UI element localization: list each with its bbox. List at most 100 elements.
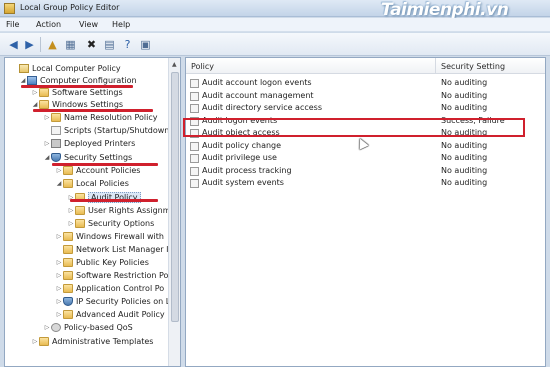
tree-item[interactable]: ▷ Security Options (67, 217, 154, 229)
menu-bar: File Action View Help (0, 18, 550, 32)
help-icon[interactable]: ? (120, 37, 135, 52)
security-setting-value: No auditing (441, 153, 488, 162)
expand-arrow-icon[interactable]: ▷ (55, 233, 63, 240)
printer-icon (51, 138, 61, 148)
tree-item[interactable]: ▷ Public Key Policies (55, 256, 149, 268)
tree-scrollbar[interactable]: ▲ (168, 58, 180, 366)
up-folder-icon[interactable]: ▲ (45, 37, 60, 52)
folder-icon (39, 99, 49, 109)
tree-item-label: Deployed Printers (64, 138, 136, 148)
column-header-security-setting[interactable]: Security Setting (441, 62, 505, 71)
annotation-underline-computer-config (21, 85, 133, 88)
tree-item[interactable]: ▷ Application Control Po (55, 282, 164, 294)
expand-arrow-icon[interactable]: ▷ (55, 298, 63, 305)
delete-icon[interactable]: ✖ (84, 37, 99, 52)
folder-icon (75, 205, 85, 215)
tree-item-label: User Rights Assignm (88, 205, 171, 215)
shield-icon (63, 296, 73, 306)
title-bar[interactable]: Local Group Policy Editor Taimienphi.vn (0, 0, 550, 20)
annotation-highlight-audit-logon-events (183, 118, 525, 137)
toolbar-separator (40, 37, 41, 52)
scroll-up-icon[interactable]: ▲ (172, 61, 177, 68)
tree-item[interactable]: ▷ Policy-based QoS (43, 321, 133, 333)
expand-arrow-icon[interactable]: ▷ (55, 311, 63, 318)
tree-item[interactable]: ▷ Administrative Templates (31, 335, 153, 347)
list-header: Policy Security Setting (186, 58, 545, 74)
expand-arrow-icon[interactable]: ▷ (43, 140, 51, 147)
table-row[interactable]: Audit system events No auditing (186, 177, 545, 189)
policy-setting-icon (190, 141, 199, 151)
folder-icon (63, 165, 73, 175)
scroll-thumb[interactable] (171, 72, 179, 322)
column-header-policy[interactable]: Policy (191, 62, 214, 71)
forward-icon[interactable]: ▶ (22, 37, 37, 52)
folder-icon (63, 309, 73, 319)
security-setting-value: No auditing (441, 103, 488, 112)
menu-help[interactable]: Help (112, 20, 130, 29)
shield-icon (51, 152, 61, 162)
tree-item-label: Name Resolution Policy (64, 112, 158, 122)
table-row[interactable]: Audit account management No auditing (186, 90, 545, 102)
back-icon[interactable]: ◀ (6, 37, 21, 52)
tree-item-label: IP Security Policies on L (76, 296, 171, 306)
show-hide-tree-icon[interactable]: ▦ (63, 37, 78, 52)
policy-name: Audit account logon events (202, 78, 312, 87)
doc-icon (51, 125, 61, 135)
expand-arrow-icon[interactable]: ▷ (43, 114, 51, 121)
menu-view[interactable]: View (79, 20, 98, 29)
expand-arrow-icon[interactable]: ▷ (67, 207, 75, 214)
tree-item[interactable]: ▷ Deployed Printers (43, 137, 135, 149)
security-setting-value: No auditing (441, 165, 488, 175)
tree-item[interactable]: ▷ IP Security Policies on L (55, 295, 170, 307)
folder-icon (75, 218, 85, 228)
tree-item[interactable]: ▷ Name Resolution Policy (43, 111, 158, 123)
column-separator[interactable] (435, 58, 436, 74)
gpedit-window: Local Group Policy Editor Taimienphi.vn … (0, 0, 550, 367)
table-row[interactable]: Audit directory service access No auditin… (186, 102, 545, 114)
tree-item-label: Application Control Po (76, 283, 165, 293)
expand-arrow-icon[interactable]: ▷ (55, 285, 63, 292)
expand-arrow-icon[interactable]: ▷ (31, 338, 39, 345)
menu-file[interactable]: File (6, 20, 19, 29)
tree-item[interactable]: Local Computer Policy (11, 62, 121, 74)
console-tree[interactable]: Local Computer Policy ◢ Computer Configura… (4, 57, 181, 367)
tree-item[interactable]: Scripts (Startup/Shutdown (43, 124, 169, 136)
table-row[interactable]: Audit process tracking No auditing (186, 165, 545, 177)
tree-item-label: Account Policies (76, 165, 141, 175)
expand-arrow-icon[interactable]: ▷ (43, 324, 51, 331)
security-setting-value: No auditing (441, 140, 488, 150)
expand-arrow-icon[interactable]: ◢ (19, 77, 27, 84)
table-row[interactable]: Audit privilege use No auditing (186, 152, 545, 164)
expand-arrow-icon[interactable]: ▷ (55, 272, 63, 279)
details-pane: Policy Security Setting Audit account lo… (185, 57, 546, 367)
expand-arrow-icon[interactable]: ▷ (55, 259, 63, 266)
policy-setting-icon (190, 179, 199, 188)
tree-item[interactable]: ▷ Windows Firewall with (55, 230, 164, 242)
expand-arrow-icon[interactable]: ◢ (55, 180, 63, 187)
menu-action[interactable]: Action (36, 20, 61, 29)
tree-item-label: Local Policies (76, 178, 129, 188)
tree-item[interactable]: ▷ User Rights Assignm (67, 204, 171, 216)
policy-setting-icon (190, 79, 199, 88)
expand-arrow-icon[interactable]: ◢ (43, 154, 51, 161)
tree-item[interactable]: ▷ Software Restriction Po (55, 269, 168, 281)
tree-item-label: Windows Settings (52, 99, 124, 109)
table-row[interactable]: Audit account logon events No auditing (186, 77, 545, 89)
tree-item[interactable]: ◢ Local Policies (55, 177, 129, 189)
tree-item[interactable]: ◢ Security Settings (43, 151, 132, 163)
tree-item[interactable]: Network List Manager I (55, 243, 168, 255)
tree-item-label: Advanced Audit Policy (76, 309, 165, 319)
expand-arrow-icon[interactable]: ▷ (55, 167, 63, 174)
security-setting-value: No auditing (441, 178, 488, 187)
properties-icon[interactable]: ▤ (102, 37, 117, 52)
expand-arrow-icon[interactable]: ▷ (31, 89, 39, 96)
filter-icon[interactable]: ▣ (138, 37, 153, 52)
tree-item-label: Public Key Policies (76, 257, 149, 267)
expand-arrow-icon[interactable]: ▷ (67, 220, 75, 227)
tree-item-label: Security Options (88, 218, 155, 228)
folder-icon (63, 244, 73, 254)
expand-arrow-icon[interactable]: ◢ (31, 101, 39, 108)
policy-name: Audit policy change (202, 140, 282, 150)
tree-item-label: Network List Manager I (76, 244, 169, 254)
tree-item[interactable]: ▷ Advanced Audit Policy (55, 308, 165, 320)
